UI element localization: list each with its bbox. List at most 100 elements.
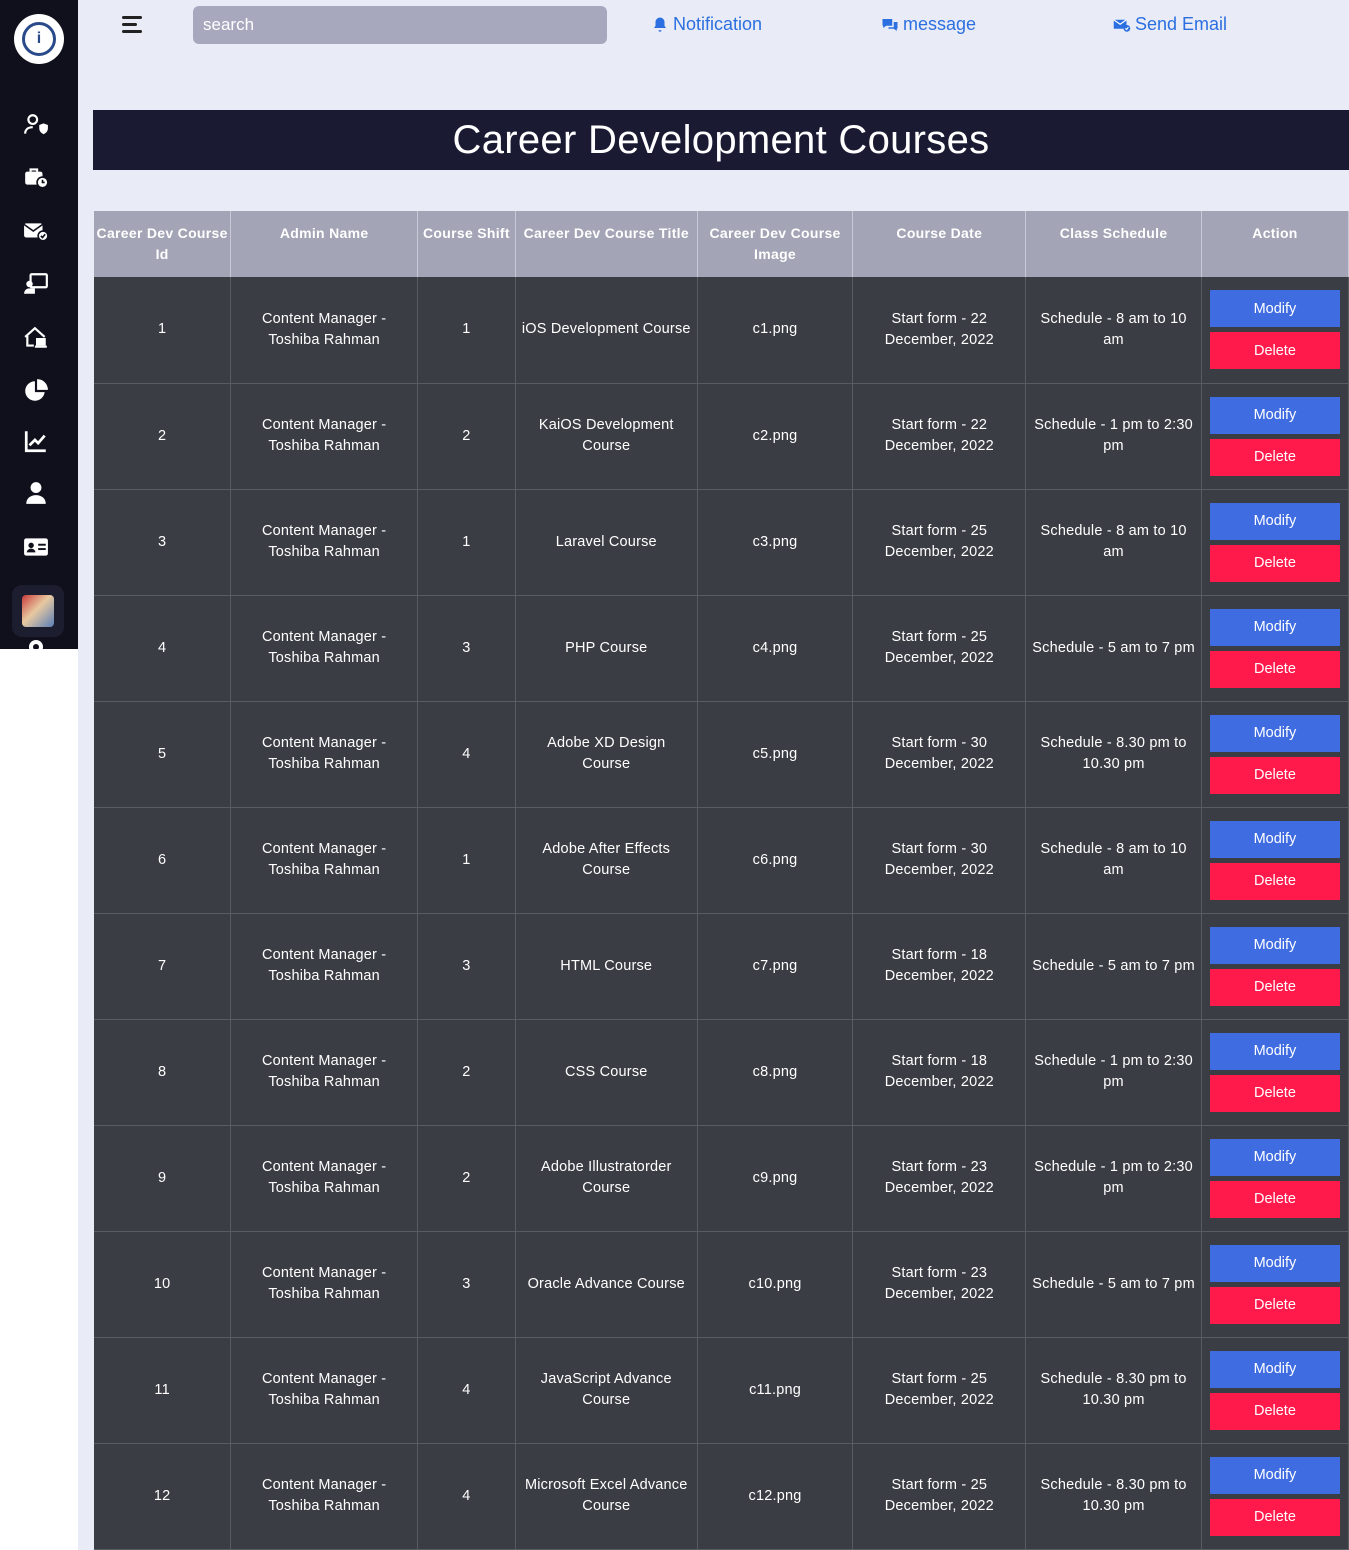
- modify-button[interactable]: Modify: [1209, 1032, 1340, 1070]
- class-schedule-cell: Schedule - 8 am to 10 am: [1025, 807, 1202, 914]
- course-shift-cell: 2: [417, 1125, 516, 1232]
- course-date-cell: Start form - 25 December, 2022: [852, 1443, 1027, 1550]
- delete-button[interactable]: Delete: [1209, 862, 1340, 900]
- modify-button[interactable]: Modify: [1209, 820, 1340, 858]
- course-image-cell: c1.png: [697, 277, 854, 384]
- notification-link[interactable]: Notification: [651, 14, 762, 35]
- app-logo[interactable]: i: [14, 14, 64, 64]
- course-title-cell: Oracle Advance Course: [515, 1231, 698, 1338]
- search-input[interactable]: [193, 6, 607, 44]
- column-header-course-image: Career Dev Course Image: [697, 211, 854, 277]
- user-shield-icon[interactable]: [22, 111, 50, 139]
- course-shift-cell: 1: [417, 489, 516, 596]
- delete-button[interactable]: Delete: [1209, 544, 1340, 582]
- modify-button[interactable]: Modify: [1209, 926, 1340, 964]
- modify-button[interactable]: Modify: [1209, 1138, 1340, 1176]
- delete-button[interactable]: Delete: [1209, 1074, 1340, 1112]
- delete-button[interactable]: Delete: [1209, 332, 1340, 370]
- course-title-cell: Adobe After Effects Course: [515, 807, 698, 914]
- table-row: 3 Content Manager - Toshiba Rahman 1 Larave…: [94, 489, 1349, 596]
- course-date-cell: Start form - 18 December, 2022: [852, 1019, 1027, 1126]
- chalkboard-teacher-icon[interactable]: [22, 270, 50, 298]
- envelope-check-icon: [1113, 18, 1131, 32]
- course-shift-cell: 4: [417, 1337, 516, 1444]
- delete-button[interactable]: Delete: [1209, 438, 1340, 476]
- modify-button[interactable]: Modify: [1209, 396, 1340, 434]
- delete-button[interactable]: Delete: [1209, 1498, 1340, 1536]
- table-row: 1 Content Manager - Toshiba Rahman 1 iOS De…: [94, 277, 1349, 384]
- modify-button[interactable]: Modify: [1209, 1456, 1340, 1494]
- class-schedule-cell: Schedule - 5 am to 7 pm: [1025, 595, 1202, 702]
- sidebar: i: [0, 0, 78, 649]
- course-image-cell: c7.png: [697, 913, 854, 1020]
- class-schedule-cell: Schedule - 1 pm to 2:30 pm: [1025, 1019, 1202, 1126]
- modify-button[interactable]: Modify: [1209, 502, 1340, 540]
- user-icon[interactable]: [22, 479, 50, 507]
- course-date-cell: Start form - 30 December, 2022: [852, 807, 1027, 914]
- course-shift-cell: 1: [417, 807, 516, 914]
- class-schedule-cell: Schedule - 8 am to 10 am: [1025, 277, 1202, 384]
- menu-toggle-icon[interactable]: [122, 16, 142, 34]
- id-card-icon[interactable]: [22, 533, 50, 561]
- send-email-link[interactable]: Send Email: [1113, 14, 1227, 35]
- mail-check-icon[interactable]: [22, 217, 50, 245]
- pie-chart-icon[interactable]: [22, 377, 50, 405]
- course-id-cell: 10: [94, 1231, 232, 1338]
- course-title-cell: Adobe Illustratorder Course: [515, 1125, 698, 1232]
- modify-button[interactable]: Modify: [1209, 714, 1340, 752]
- course-title-cell: iOS Development Course: [515, 277, 698, 384]
- main-content: Notification message Send Email Career D…: [78, 0, 1349, 1550]
- comments-icon: [882, 18, 898, 31]
- column-header-course-title: Career Dev Course Title: [515, 211, 698, 277]
- action-cell: Modify Delete: [1201, 277, 1349, 384]
- delete-button[interactable]: Delete: [1209, 1392, 1340, 1430]
- gear-icon[interactable]: [26, 637, 46, 649]
- course-date-cell: Start form - 30 December, 2022: [852, 701, 1027, 808]
- delete-button[interactable]: Delete: [1209, 650, 1340, 688]
- course-shift-cell: 3: [417, 1231, 516, 1338]
- action-cell: Modify Delete: [1201, 807, 1349, 914]
- delete-button[interactable]: Delete: [1209, 1286, 1340, 1324]
- course-shift-cell: 1: [417, 277, 516, 384]
- course-image-cell: c8.png: [697, 1019, 854, 1126]
- course-shift-cell: 4: [417, 701, 516, 808]
- house-laptop-icon[interactable]: [22, 324, 50, 352]
- profile-avatar-button[interactable]: [12, 585, 64, 637]
- course-id-cell: 2: [94, 383, 232, 490]
- admin-name-cell: Content Manager - Toshiba Rahman: [230, 701, 418, 808]
- course-image-cell: c3.png: [697, 489, 854, 596]
- modify-button[interactable]: Modify: [1209, 290, 1340, 328]
- class-schedule-cell: Schedule - 8.30 pm to 10.30 pm: [1025, 1443, 1202, 1550]
- modify-button[interactable]: Modify: [1209, 1350, 1340, 1388]
- delete-button[interactable]: Delete: [1209, 968, 1340, 1006]
- course-id-cell: 8: [94, 1019, 232, 1126]
- briefcase-clock-icon[interactable]: [22, 163, 50, 191]
- action-cell: Modify Delete: [1201, 913, 1349, 1020]
- delete-button[interactable]: Delete: [1209, 756, 1340, 794]
- table-row: 5 Content Manager - Toshiba Rahman 4 Adobe …: [94, 701, 1349, 808]
- column-header-course-date: Course Date: [852, 211, 1027, 277]
- column-header-course-shift: Course Shift: [417, 211, 516, 277]
- course-title-cell: Laravel Course: [515, 489, 698, 596]
- course-id-cell: 4: [94, 595, 232, 702]
- logo-mark-icon: i: [22, 22, 56, 56]
- table-row: 9 Content Manager - Toshiba Rahman 2 Adobe …: [94, 1125, 1349, 1232]
- course-id-cell: 5: [94, 701, 232, 808]
- course-image-cell: c11.png: [697, 1337, 854, 1444]
- bell-icon: [654, 17, 666, 32]
- course-title-cell: JavaScript Advance Course: [515, 1337, 698, 1444]
- course-date-cell: Start form - 25 December, 2022: [852, 595, 1027, 702]
- course-image-cell: c5.png: [697, 701, 854, 808]
- message-label: message: [903, 14, 977, 34]
- modify-button[interactable]: Modify: [1209, 608, 1340, 646]
- table-row: 4 Content Manager - Toshiba Rahman 3 PHP Co…: [94, 595, 1349, 702]
- class-schedule-cell: Schedule - 8.30 pm to 10.30 pm: [1025, 1337, 1202, 1444]
- message-link[interactable]: message: [881, 14, 976, 35]
- course-shift-cell: 3: [417, 595, 516, 702]
- table-row: 10 Content Manager - Toshiba Rahman 3 Oracl…: [94, 1231, 1349, 1338]
- admin-name-cell: Content Manager - Toshiba Rahman: [230, 595, 418, 702]
- line-chart-icon[interactable]: [22, 427, 50, 455]
- course-title-cell: HTML Course: [515, 913, 698, 1020]
- modify-button[interactable]: Modify: [1209, 1244, 1340, 1282]
- delete-button[interactable]: Delete: [1209, 1180, 1340, 1218]
